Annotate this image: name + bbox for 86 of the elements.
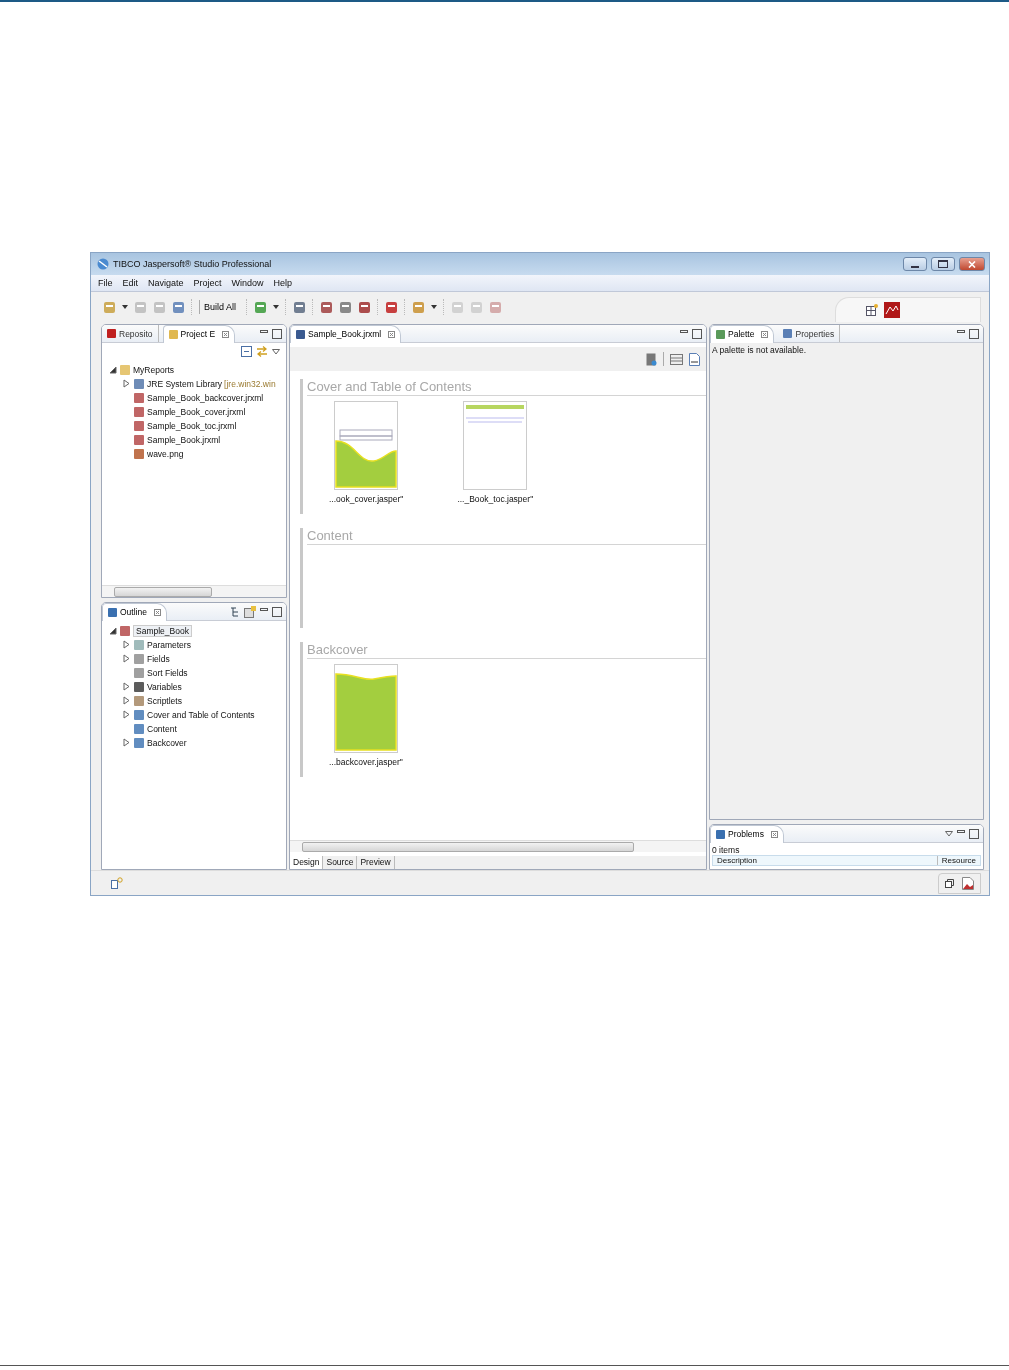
maximize-button[interactable] [931, 257, 955, 271]
minimize-view-icon[interactable] [260, 608, 268, 611]
minimize-view-icon[interactable] [957, 330, 965, 333]
close-button[interactable] [959, 257, 985, 271]
maximize-view-icon[interactable] [969, 328, 979, 339]
menu-item[interactable]: Navigate [148, 278, 184, 288]
close-icon [968, 260, 976, 268]
view-menu-icon[interactable] [272, 348, 280, 355]
section-title: Content [307, 528, 706, 545]
tree-item[interactable]: Parameters [147, 639, 191, 650]
page-caption: ..._Book_toc.jasper" [457, 494, 534, 504]
editor-mode-tab[interactable]: Source [323, 856, 358, 869]
tree-item[interactable]: Backcover [147, 737, 187, 748]
page-thumbnail-drawing[interactable] [334, 401, 399, 490]
close-icon[interactable] [222, 330, 230, 338]
tree-item[interactable]: Variables [147, 681, 182, 692]
chart-icon[interactable] [884, 302, 900, 318]
tree-view-icon[interactable] [230, 606, 240, 617]
close-icon[interactable] [388, 330, 396, 338]
tree-item[interactable]: Scriptlets [147, 695, 182, 706]
page-caption: ...ook_cover.jasper" [329, 494, 404, 504]
minimize-view-icon[interactable] [260, 330, 268, 333]
view-tab[interactable]: Reposito [102, 325, 159, 342]
tree-item[interactable]: JRE System Library [147, 378, 223, 389]
tree-item[interactable]: Sample_Book [133, 624, 192, 637]
view-tab[interactable]: Project E [162, 325, 236, 343]
restore-icon[interactable] [945, 878, 954, 888]
menu-item[interactable]: Edit [122, 278, 139, 288]
view-tab[interactable]: Properties [778, 325, 841, 342]
document-icon[interactable] [689, 352, 700, 366]
section-title: Backcover [307, 642, 706, 659]
tree-item[interactable]: Sort Fields [147, 667, 188, 678]
maximize-view-icon[interactable] [272, 328, 282, 339]
editor-mode-tab[interactable]: Preview [357, 856, 395, 869]
caret-icon[interactable] [273, 305, 280, 309]
column-header[interactable]: Description [713, 856, 938, 865]
menu-item[interactable]: Help [273, 278, 293, 288]
tree-item[interactable]: Fields [147, 653, 170, 664]
page-caption: ...backcover.jasper" [329, 757, 403, 767]
build-all-button[interactable]: Build All [199, 300, 241, 314]
overview-icon[interactable] [244, 605, 256, 618]
window-title: TIBCO Jaspersoft® Studio Professional [113, 259, 272, 269]
list-icon[interactable] [670, 353, 683, 365]
tree-item[interactable]: Cover and Table of Contents [147, 709, 255, 720]
menu-item[interactable]: Project [193, 278, 222, 288]
expander-icon[interactable] [108, 365, 117, 374]
close-icon[interactable] [761, 330, 769, 338]
editor-tab[interactable]: Sample_Book.jrxml [290, 325, 402, 343]
caret-icon[interactable] [122, 305, 128, 309]
collapse-all-icon[interactable] [241, 346, 252, 357]
column-header[interactable]: Resource [937, 856, 980, 865]
view-tab[interactable]: Outline [102, 603, 167, 621]
tree-item[interactable]: MyReports [133, 364, 175, 375]
tree-item[interactable]: Sample_Book_backcover.jrxml [147, 392, 264, 403]
minimize-view-icon[interactable] [680, 330, 688, 333]
page-thumbnail-drawing[interactable] [463, 401, 528, 490]
app-logo-icon [97, 258, 109, 270]
open-perspective-icon[interactable] [866, 304, 878, 316]
tree-item[interactable]: Sample_Book_toc.jrxml [147, 420, 237, 431]
expander-icon[interactable] [108, 626, 117, 635]
tree-item-decoration: [jre.win32.win [224, 378, 276, 389]
close-icon[interactable] [153, 608, 161, 616]
minimize-button[interactable] [903, 257, 927, 271]
editor-mode-tab[interactable]: Design [290, 856, 324, 869]
minimize-view-icon[interactable] [957, 830, 965, 833]
problems-count: 0 items [712, 845, 740, 855]
page-thumbnail-drawing[interactable] [333, 664, 398, 753]
maximize-view-icon[interactable] [692, 328, 702, 339]
view-tab[interactable]: Problems [710, 825, 784, 843]
menu-item[interactable]: Window [231, 278, 264, 288]
menu-item[interactable]: File [98, 278, 113, 288]
tree-item[interactable]: wave.png [147, 448, 184, 459]
caret-icon[interactable] [431, 305, 438, 309]
fast-view-icon[interactable] [111, 877, 123, 889]
view-tab[interactable]: Palette [710, 325, 775, 343]
close-icon[interactable] [770, 830, 778, 838]
horizontal-scrollbar[interactable] [290, 840, 706, 852]
section-title: Cover and Table of Contents [307, 379, 706, 396]
maximize-view-icon[interactable] [969, 828, 979, 839]
tree-item[interactable]: Sample_Book_cover.jrxml [147, 406, 246, 417]
tree-item[interactable]: Content [147, 723, 177, 734]
view-menu-icon[interactable] [945, 830, 953, 837]
horizontal-scrollbar[interactable] [102, 585, 286, 597]
tree-item[interactable]: Sample_Book.jrxml [147, 434, 221, 445]
maximize-view-icon[interactable] [272, 606, 282, 617]
palette-message: A palette is not available. [712, 345, 807, 355]
